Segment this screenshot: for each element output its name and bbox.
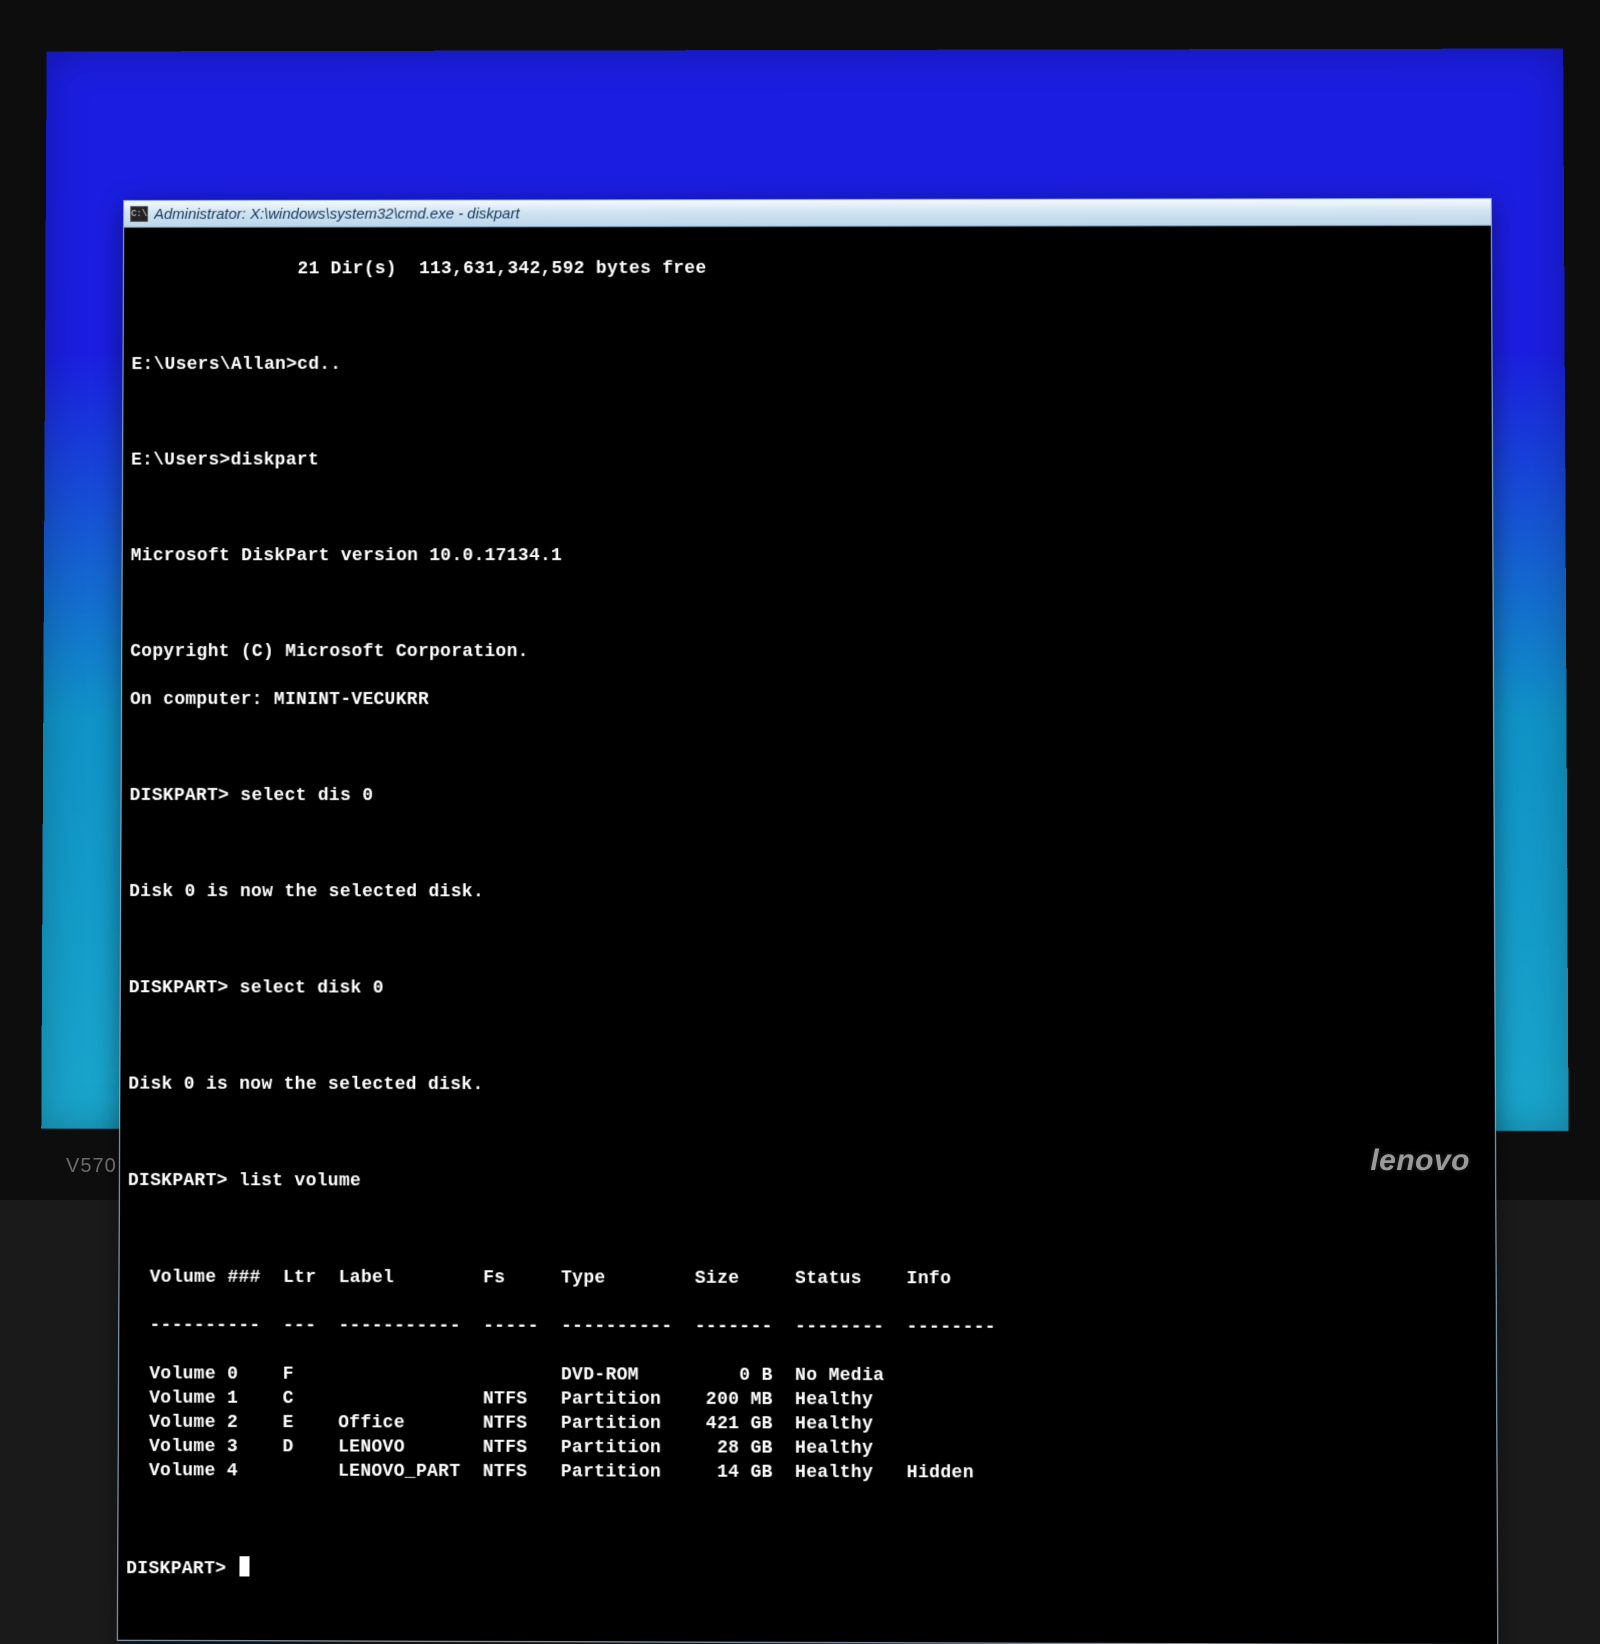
blank-line xyxy=(131,400,1484,425)
blank-line xyxy=(126,1507,1488,1535)
monitor-model-label: V570 xyxy=(66,1155,117,1178)
diskpart-prompt: DISKPART> list volume xyxy=(128,1169,1487,1196)
diskpart-prompt: DISKPART> select dis 0 xyxy=(130,784,1486,809)
blank-line xyxy=(129,928,1486,953)
select-response: Disk 0 is now the selected disk. xyxy=(129,880,1486,905)
desktop-background: C:\ Administrator: X:\windows\system32\c… xyxy=(41,49,1568,1131)
diskpart-prompt-current[interactable]: DISKPART> xyxy=(126,1556,1489,1585)
blank-line xyxy=(132,304,1484,329)
blank-line xyxy=(130,592,1484,616)
copyright-line: Copyright (C) Microsoft Corporation. xyxy=(130,640,1485,664)
output-bytes-free: 21 Dir(s) 113,631,342,592 bytes free xyxy=(132,256,1483,282)
cursor xyxy=(239,1556,249,1576)
blank-line xyxy=(129,832,1485,857)
diskpart-version: Microsoft DiskPart version 10.0.17134.1 xyxy=(131,544,1485,568)
blank-line xyxy=(128,1121,1487,1147)
table-row: Volume 4 LENOVO_PART NTFS Partition 14 G… xyxy=(127,1459,1489,1487)
terminal-output[interactable]: 21 Dir(s) 113,631,342,592 bytes free E:\… xyxy=(118,226,1497,1644)
table-row: Volume 2 E Office NTFS Partition 421 GB … xyxy=(127,1411,1488,1439)
table-row: Volume 0 F DVD-ROM 0 B No Media xyxy=(127,1362,1488,1389)
cmd-window: C:\ Administrator: X:\windows\system32\c… xyxy=(117,198,1498,1644)
table-row: Volume 1 C NTFS Partition 200 MB Healthy xyxy=(127,1386,1488,1414)
prompt-line: E:\Users\Allan>cd.. xyxy=(131,352,1483,377)
computer-line: On computer: MININT-VECUKRR xyxy=(130,688,1485,712)
blank-line xyxy=(128,1217,1488,1244)
monitor-bezel: C:\ Administrator: X:\windows\system32\c… xyxy=(0,0,1600,1200)
window-title: Administrator: X:\windows\system32\cmd.e… xyxy=(154,205,520,222)
select-response: Disk 0 is now the selected disk. xyxy=(128,1073,1486,1099)
table-row: Volume 3 D LENOVO NTFS Partition 28 GB H… xyxy=(127,1435,1489,1463)
blank-line xyxy=(130,736,1485,760)
monitor-brand-logo: lenovo xyxy=(1370,1144,1470,1178)
volume-table-header: Volume ### Ltr Label Fs Type Size Status… xyxy=(127,1266,1487,1293)
cmd-icon: C:\ xyxy=(130,206,148,222)
blank-line xyxy=(128,1024,1486,1050)
window-titlebar[interactable]: C:\ Administrator: X:\windows\system32\c… xyxy=(124,199,1491,228)
diskpart-prompt: DISKPART> select disk 0 xyxy=(129,976,1487,1002)
volume-table-body: Volume 0 F DVD-ROM 0 B No Media Volume 1… xyxy=(127,1362,1489,1487)
volume-table-divider: ---------- --- ----------- ----- -------… xyxy=(127,1314,1488,1341)
blank-line xyxy=(131,496,1484,521)
prompt-line: E:\Users>diskpart xyxy=(131,448,1484,473)
